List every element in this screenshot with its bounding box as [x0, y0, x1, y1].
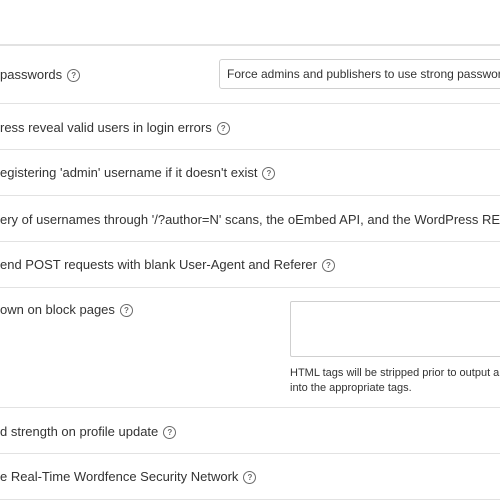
setting-label-text: passwords — [0, 67, 63, 82]
setting-row-security-network: e Real-Time Wordfence Security Network ? — [0, 453, 500, 500]
wordfence-login-security-options: passwords ? Force admins and publishers … — [0, 0, 500, 500]
help-icon[interactable]: ? — [262, 166, 276, 180]
setting-label-mask-login-errors: ress reveal valid users in login errors … — [0, 120, 230, 136]
password-strength-select-value: Force admins and publishers to use stron… — [227, 67, 500, 81]
help-icon[interactable]: ? — [243, 470, 257, 484]
html-strip-note-line1: HTML tags will be stripped prior to outp… — [290, 367, 500, 379]
setting-label-security-network: e Real-Time Wordfence Security Network ? — [0, 469, 257, 485]
password-strength-select[interactable]: Force admins and publishers to use stron… — [219, 59, 500, 89]
help-icon[interactable]: ? — [67, 68, 81, 82]
setting-label-block-admin-registration: egistering 'admin' username if it doesn'… — [0, 165, 276, 181]
setting-label-text: egistering 'admin' username if it doesn'… — [0, 165, 258, 180]
html-strip-note: HTML tags will be stripped prior to outp… — [290, 366, 500, 396]
setting-label-text: ress reveal valid users in login errors — [0, 120, 212, 135]
setting-row-check-password-strength: d strength on profile update ? — [0, 407, 500, 453]
html-strip-note-line2: into the appropriate tags. — [290, 382, 412, 394]
setting-label-text: own on block pages — [0, 302, 115, 317]
setting-row-block-admin-registration: egistering 'admin' username if it doesn'… — [0, 149, 500, 195]
setting-row-block-page-text: own on block pages ? HTML tags will be s… — [0, 287, 500, 407]
setting-label-text: e Real-Time Wordfence Security Network — [0, 469, 239, 484]
setting-row-strong-passwords: passwords ? Force admins and publishers … — [0, 45, 500, 103]
setting-label-check-password-strength: d strength on profile update ? — [0, 424, 177, 440]
setting-row-block-blank-ua: end POST requests with blank User-Agent … — [0, 241, 500, 287]
setting-label-block-blank-ua: end POST requests with blank User-Agent … — [0, 257, 335, 273]
setting-label-text: ery of usernames through '/?author=N' sc… — [0, 212, 500, 227]
setting-label-text: d strength on profile update — [0, 424, 159, 439]
setting-row-prevent-author-scan: ery of usernames through '/?author=N' sc… — [0, 195, 500, 241]
block-page-message-textarea[interactable] — [290, 301, 500, 357]
setting-row-mask-login-errors: ress reveal valid users in login errors … — [0, 103, 500, 149]
help-icon[interactable]: ? — [119, 303, 133, 317]
setting-label-text: end POST requests with blank User-Agent … — [0, 257, 317, 272]
setting-label-prevent-author-scan: ery of usernames through '/?author=N' sc… — [0, 212, 500, 228]
help-icon[interactable]: ? — [216, 121, 230, 135]
setting-label-strong-passwords: passwords ? — [0, 67, 81, 83]
help-icon[interactable]: ? — [321, 258, 335, 272]
help-icon[interactable]: ? — [163, 425, 177, 439]
setting-label-block-page-text: own on block pages ? — [0, 302, 133, 318]
